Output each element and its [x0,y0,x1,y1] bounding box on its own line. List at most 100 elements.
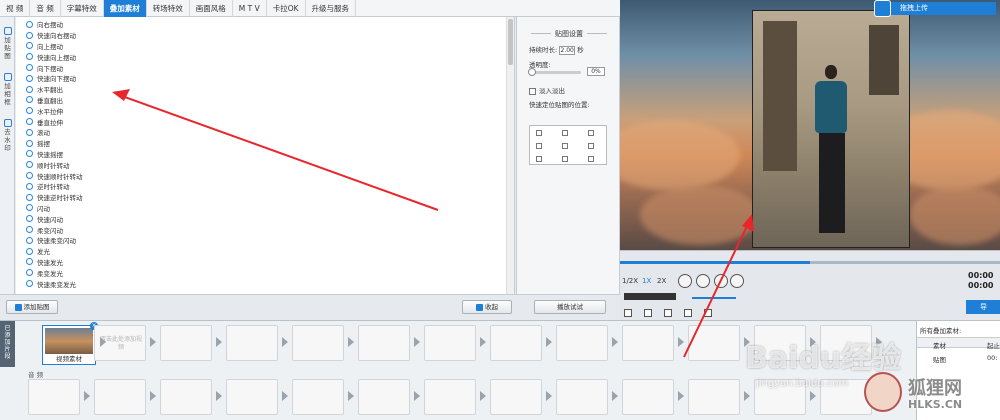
empty-clip-slot[interactable] [490,379,542,415]
position-cell[interactable] [588,156,594,162]
empty-clip-slot[interactable] [358,379,410,415]
speed-double[interactable]: 2X [657,277,666,285]
side-tab-remove-watermark[interactable]: 去水印 [0,119,15,152]
transition-arrow-icon[interactable] [414,337,420,347]
radio-button[interactable] [26,226,33,234]
transition-arrow-icon[interactable] [282,337,288,347]
save-icon[interactable] [624,309,632,317]
radio-button[interactable] [26,182,33,190]
effect-item[interactable]: 快速向下摆动 [16,73,514,84]
empty-clip-slot[interactable] [556,379,608,415]
effect-item[interactable]: 闪动 [16,203,514,214]
empty-clip-slot[interactable] [424,325,476,361]
transition-arrow-icon[interactable] [216,337,222,347]
tab-7[interactable]: 卡拉OK [267,0,306,17]
effect-item[interactable]: 水平翻出 [16,84,514,95]
empty-clip-slot[interactable] [358,325,410,361]
opacity-input[interactable]: 0% [587,67,605,76]
position-cell[interactable] [588,143,594,149]
frame-step-bar[interactable] [624,293,676,300]
radio-button[interactable] [26,31,33,39]
effect-item[interactable]: 快速顺时针转动 [16,170,514,181]
effect-list-scrollbar[interactable] [506,17,514,294]
radio-button[interactable] [26,215,33,223]
speed-normal[interactable]: 1X [642,277,651,285]
position-cell[interactable] [562,143,568,149]
effect-item[interactable]: 快速闪动 [16,213,514,224]
empty-clip-slot[interactable] [160,379,212,415]
position-cell[interactable] [536,130,542,136]
side-tab-add-frame[interactable]: 加相框 [0,73,15,106]
position-cell[interactable] [536,143,542,149]
empty-clip-slot[interactable] [28,379,80,415]
transition-arrow-icon[interactable] [744,391,750,401]
speed-half[interactable]: 1/2X [622,277,638,285]
radio-button[interactable] [26,258,33,266]
tab-4[interactable]: 转场特效 [147,0,190,17]
radio-button[interactable] [26,150,33,158]
materials-row[interactable]: 贴图 00: [917,351,1000,365]
effect-item[interactable]: 快速逆时针转动 [16,192,514,203]
tools-icon[interactable] [704,309,712,317]
empty-clip-slot[interactable] [556,325,608,361]
radio-button[interactable] [26,118,33,126]
radio-button[interactable] [26,161,33,169]
add-sticker-button[interactable]: 添加贴图 [6,300,58,314]
radio-button[interactable] [26,107,33,115]
transition-arrow-icon[interactable] [546,337,552,347]
effect-item[interactable]: 快速向右摆动 [16,30,514,41]
tab-3[interactable]: 叠加素材 [103,0,147,17]
transition-arrow-icon[interactable] [150,337,156,347]
effect-item[interactable]: 快速柔变发光 [16,278,514,289]
effect-item[interactable]: 向下摆动 [16,62,514,73]
transition-arrow-icon[interactable] [612,391,618,401]
transition-arrow-icon[interactable] [678,337,684,347]
radio-button[interactable] [26,85,33,93]
scrollbar-thumb[interactable] [508,19,513,65]
radio-button[interactable] [26,74,33,82]
transition-arrow-icon[interactable] [100,337,106,347]
fade-row[interactable]: 淡入淡出 [529,85,565,95]
empty-clip-slot[interactable] [94,379,146,415]
empty-clip-slot[interactable] [160,325,212,361]
radio-button[interactable] [26,128,33,136]
empty-clip-slot[interactable] [688,379,740,415]
tab-0[interactable]: 视 频 [0,0,31,17]
radio-button[interactable] [26,20,33,28]
playback-progress[interactable] [620,261,1000,264]
radio-button[interactable] [26,247,33,255]
radio-button[interactable] [26,193,33,201]
radio-button[interactable] [26,269,33,277]
empty-clip-slot[interactable] [292,379,344,415]
radio-button[interactable] [26,139,33,147]
position-cell[interactable] [562,156,568,162]
radio-button[interactable] [26,172,33,180]
effect-item[interactable]: 快速摇摆 [16,149,514,160]
empty-clip-slot[interactable] [622,379,674,415]
cloud-upload-icon[interactable] [874,0,891,17]
stop-icon[interactable] [696,274,710,288]
tab-2[interactable]: 字幕特效 [61,0,104,17]
duration-input[interactable]: 2.00 [559,45,576,55]
next-icon[interactable] [730,274,744,288]
collapse-button[interactable]: 收起 [462,300,512,314]
radio-button[interactable] [26,96,33,104]
transition-arrow-icon[interactable] [150,391,156,401]
empty-clip-slot[interactable] [226,325,278,361]
effect-item[interactable]: 柔变发光 [16,267,514,278]
fade-checkbox[interactable] [529,87,536,95]
transition-arrow-icon[interactable] [612,337,618,347]
effect-item[interactable]: 快速柔变闪动 [16,235,514,246]
transition-arrow-icon[interactable] [84,391,90,401]
transition-arrow-icon[interactable] [480,391,486,401]
play-icon[interactable] [678,274,692,288]
radio-button[interactable] [26,236,33,244]
empty-clip-slot[interactable] [490,325,542,361]
radio-button[interactable] [26,42,33,50]
transition-arrow-icon[interactable] [348,337,354,347]
settings-icon[interactable] [684,309,692,317]
effect-item[interactable]: 摇摆 [16,138,514,149]
empty-clip-slot[interactable] [226,379,278,415]
transition-arrow-icon[interactable] [348,391,354,401]
effect-item[interactable]: 快速发光 [16,257,514,268]
